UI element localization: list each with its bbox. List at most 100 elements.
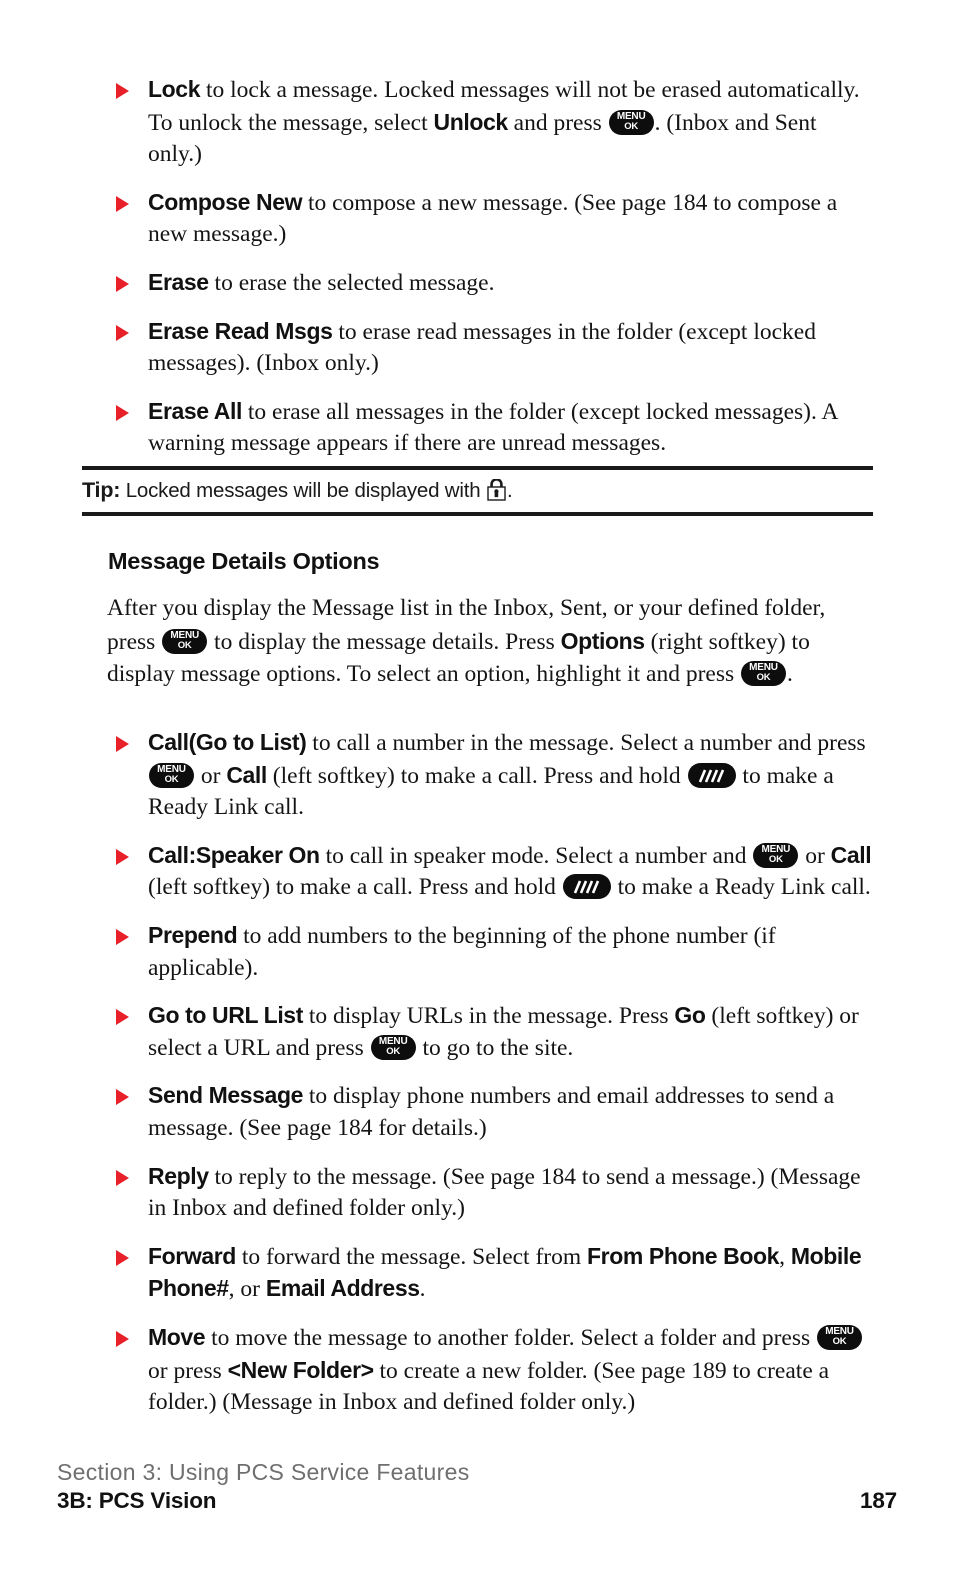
text-run: to reply to the message. (See page 184 t… (148, 1163, 861, 1222)
list-item: Send Message to display phone numbers an… (116, 1080, 876, 1144)
text-run: . (787, 661, 793, 687)
text-run: to display URLs in the message. Press (302, 1003, 675, 1030)
triangle-bullet-icon (116, 848, 129, 865)
list-item-term: Move (148, 1323, 206, 1350)
message-details-intro-paragraph: After you display the Message list in th… (107, 592, 844, 691)
bold-term: Call (830, 841, 872, 868)
text-run: or (195, 762, 227, 789)
text-run: or (799, 842, 831, 869)
bold-term: From Phone Book (587, 1242, 780, 1269)
menu-ok-key-icon: MENU OK (370, 1034, 416, 1060)
list-item: Go to URL List to display URLs in the me… (116, 1000, 876, 1064)
lock-icon (487, 479, 506, 501)
footer-row: 3B: PCS Vision 187 (57, 1488, 897, 1514)
footer-section-title: Section 3: Using PCS Service Features (57, 1459, 470, 1485)
text-run: (left softkey) to make a call. Press and… (148, 874, 562, 901)
list-item: Call:Speaker On to call in speaker mode.… (116, 840, 876, 904)
menu-ok-key-line1: MENU (170, 629, 199, 641)
text-run: . (419, 1276, 426, 1303)
menu-ok-key-line2: OK (386, 1045, 401, 1057)
footer-chapter-title: 3B: PCS Vision (57, 1488, 217, 1513)
triangle-bullet-icon (116, 1009, 129, 1026)
triangle-bullet-icon (116, 83, 129, 99)
bold-term: Go (674, 1002, 706, 1029)
text-run: to call in speaker mode. Select a number… (319, 842, 753, 869)
text-run: or press (148, 1357, 228, 1384)
triangle-bullet-icon (116, 404, 129, 421)
triangle-bullet-icon (116, 1169, 129, 1186)
tip-text-after: . (506, 479, 513, 502)
list-item: Erase All to erase all messages in the f… (116, 396, 876, 460)
menu-ok-key-icon: MENU OK (753, 842, 799, 868)
page-number: 187 (860, 1488, 897, 1513)
menu-ok-key-line2: OK (177, 639, 192, 651)
menu-ok-key-line2: OK (768, 853, 783, 865)
tip-block: Tip: Locked messages will be displayed w… (82, 466, 873, 516)
menu-ok-key-icon: MENU OK (149, 762, 194, 788)
text-run: , (779, 1243, 791, 1270)
menu-ok-key-line2: OK (832, 1335, 847, 1347)
folder-options-list: Lock to lock a message. Locked messages … (116, 74, 876, 460)
menu-ok-key-icon: MENU OK (162, 628, 208, 654)
list-item: Move to move the message to another fold… (116, 1322, 876, 1419)
list-item-term: Go to URL List (148, 1002, 303, 1029)
text-run: to forward the message. Select from (235, 1243, 588, 1270)
tip-rule-bottom (82, 512, 873, 516)
menu-ok-key-icon: MENU OK (817, 1324, 863, 1350)
text-run: (left softkey) to make a call. Press and… (266, 762, 687, 789)
tip-label: Tip: (82, 478, 121, 502)
list-item-term: Lock (148, 76, 201, 102)
text-run: to call a number in the message. Select … (306, 730, 866, 756)
text-run: to display the message details. Press (208, 628, 561, 655)
tip-text-before: Locked messages will be displayed with (120, 479, 486, 502)
text-run: and press (507, 109, 608, 136)
message-details-options-list: Call(Go to List) to call a number in the… (116, 727, 876, 1419)
text-run: , or (228, 1276, 266, 1303)
list-item-term: Call:Speaker On (148, 841, 320, 868)
page-footer: Section 3: Using PCS Service Features 3B… (57, 1458, 897, 1514)
triangle-bullet-icon (116, 195, 129, 212)
tip-text: Tip: Locked messages will be displayed w… (82, 470, 873, 512)
ready-link-key-icon (562, 874, 611, 900)
list-item-term: Send Message (148, 1082, 303, 1109)
list-item: Compose New to compose a new message. (S… (116, 187, 876, 251)
text-run: to erase the selected message. (208, 269, 495, 296)
list-item-term: Erase (148, 268, 209, 295)
list-item-term: Forward (148, 1242, 236, 1269)
list-item-term: Compose New (148, 188, 303, 215)
list-item: Erase to erase the selected message. (116, 267, 876, 300)
menu-ok-key-icon: MENU OK (741, 661, 786, 686)
triangle-bullet-icon (116, 275, 129, 292)
list-item: Reply to reply to the message. (See page… (116, 1161, 876, 1225)
triangle-bullet-icon (116, 736, 129, 752)
list-item: Lock to lock a message. Locked messages … (116, 74, 876, 171)
manual-page: Lock to lock a message. Locked messages … (0, 0, 954, 1590)
list-item-term: Erase Read Msgs (148, 317, 333, 344)
menu-ok-key-line2: OK (756, 672, 771, 683)
bold-term: <New Folder> (227, 1356, 374, 1383)
list-item: Call(Go to List) to call a number in the… (116, 727, 876, 824)
text-run: to make a Ready Link call. (611, 874, 871, 901)
list-item: Erase Read Msgs to erase read messages i… (116, 316, 876, 380)
list-item: Forward to forward the message. Select f… (116, 1241, 876, 1306)
text-run: to add numbers to the beginning of the p… (148, 922, 776, 981)
triangle-bullet-icon (116, 928, 129, 945)
menu-ok-key-line2: OK (624, 120, 639, 132)
bold-term: Unlock (433, 108, 509, 135)
triangle-bullet-icon (116, 324, 129, 341)
menu-ok-key-line2: OK (164, 773, 179, 785)
list-item-term: Erase All (148, 397, 242, 424)
text-run: to go to the site. (416, 1034, 574, 1061)
bold-term: Call (226, 761, 267, 788)
bold-term: Options (560, 627, 645, 654)
list-item-term: Call(Go to List) (148, 729, 307, 755)
list-item: Prepend to add numbers to the beginning … (116, 920, 876, 984)
menu-ok-key-icon: MENU OK (608, 109, 654, 135)
bold-term: Email Address (265, 1275, 420, 1302)
list-item-term: Reply (148, 1162, 209, 1189)
list-item-term: Prepend (148, 921, 238, 948)
triangle-bullet-icon (116, 1089, 129, 1106)
ready-link-key-icon (687, 762, 736, 788)
triangle-bullet-icon (116, 1330, 129, 1347)
text-run: to erase all messages in the folder (exc… (148, 398, 838, 457)
